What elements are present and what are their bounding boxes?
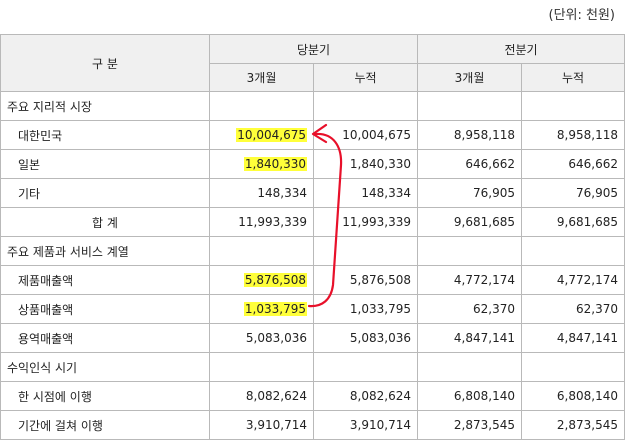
cell-current-cumulative: 1,033,795: [313, 294, 418, 324]
cell-prior-3m: 6,808,140: [417, 381, 522, 411]
cell-current-cumulative: [313, 236, 418, 266]
cell-current-3m: 3,910,714: [209, 410, 314, 440]
table-row: 대한민국 10,004,675 10,004,675 8,958,118 8,958,1…: [0, 120, 625, 150]
cell-prior-cumulative: 62,370: [521, 294, 625, 324]
cell-prior-3m: [417, 352, 522, 382]
table-row: 제품매출액 5,876,508 5,876,508 4,772,174 4,772,17…: [0, 265, 625, 295]
section-row: 주요 제품과 서비스 계열: [0, 236, 625, 266]
table-row: 기간에 걸쳐 이행 3,910,714 3,910,714 2,873,545 2,87…: [0, 410, 625, 440]
cell-current-3m: 1,033,795: [209, 294, 314, 324]
cell-prior-cumulative: [521, 236, 625, 266]
cell-current-cumulative: [313, 91, 418, 121]
row-label: 주요 지리적 시장: [0, 91, 210, 121]
highlighted-value: 1,840,330: [243, 157, 307, 171]
row-label: 수익인식 시기: [0, 352, 210, 382]
column-header-prior-period: 전분기: [417, 34, 625, 64]
cell-current-3m: 148,334: [209, 178, 314, 208]
section-row: 주요 지리적 시장: [0, 91, 625, 121]
cell-prior-cumulative: 4,847,141: [521, 323, 625, 353]
cell-current-cumulative: 148,334: [313, 178, 418, 208]
row-label: 용역매출액: [0, 323, 210, 353]
cell-prior-cumulative: 6,808,140: [521, 381, 625, 411]
cell-current-3m: [209, 236, 314, 266]
table-row: 상품매출액 1,033,795 1,033,795 62,370 62,370: [0, 294, 625, 324]
cell-prior-3m: 62,370: [417, 294, 522, 324]
cell-current-3m: 8,082,624: [209, 381, 314, 411]
column-header-current-period: 당분기: [209, 34, 418, 64]
cell-prior-cumulative: 2,873,545: [521, 410, 625, 440]
row-label: 제품매출액: [0, 265, 210, 295]
row-label: 상품매출액: [0, 294, 210, 324]
cell-current-cumulative: 5,876,508: [313, 265, 418, 295]
row-label: 기타: [0, 178, 210, 208]
cell-current-cumulative: 1,840,330: [313, 149, 418, 179]
cell-prior-cumulative: 76,905: [521, 178, 625, 208]
row-label: 한 시점에 이행: [0, 381, 210, 411]
cell-current-cumulative: 8,082,624: [313, 381, 418, 411]
cell-prior-cumulative: 8,958,118: [521, 120, 625, 150]
cell-prior-3m: 8,958,118: [417, 120, 522, 150]
table-row: 용역매출액 5,083,036 5,083,036 4,847,141 4,847,14…: [0, 323, 625, 353]
cell-current-3m: [209, 352, 314, 382]
row-label: 기간에 걸쳐 이행: [0, 410, 210, 440]
cell-current-3m: 10,004,675: [209, 120, 314, 150]
table-row: 기타 148,334 148,334 76,905 76,905: [0, 178, 625, 208]
row-label: 주요 제품과 서비스 계열: [0, 236, 210, 266]
subheader-current-cumulative: 누적: [313, 63, 418, 92]
unit-note: (단위: 천원): [548, 8, 616, 23]
cell-prior-3m: 76,905: [417, 178, 522, 208]
cell-prior-cumulative: 646,662: [521, 149, 625, 179]
section-row: 수익인식 시기: [0, 352, 625, 382]
revenue-table: 구 분 당분기 전분기 3개월 누적 3개월 누적 주요 지리적 시장 대한민국 1…: [0, 34, 625, 440]
cell-current-3m: 5,876,508: [209, 265, 314, 295]
cell-prior-cumulative: 4,772,174: [521, 265, 625, 295]
cell-prior-3m: 2,873,545: [417, 410, 522, 440]
row-label: 합 계: [0, 207, 210, 237]
table-row: 한 시점에 이행 8,082,624 8,082,624 6,808,140 6,808…: [0, 381, 625, 411]
highlighted-value: 10,004,675: [236, 128, 307, 142]
cell-prior-3m: 646,662: [417, 149, 522, 179]
cell-prior-cumulative: [521, 352, 625, 382]
subheader-prior-cumulative: 누적: [521, 63, 625, 92]
cell-prior-3m: [417, 236, 522, 266]
cell-prior-3m: 9,681,685: [417, 207, 522, 237]
cell-prior-3m: 4,772,174: [417, 265, 522, 295]
highlighted-value: 5,876,508: [243, 273, 307, 287]
column-header-category: 구 분: [0, 34, 210, 92]
cell-current-cumulative: [313, 352, 418, 382]
cell-current-cumulative: 11,993,339: [313, 207, 418, 237]
cell-prior-cumulative: 9,681,685: [521, 207, 625, 237]
subheader-current-3m: 3개월: [209, 63, 314, 92]
highlighted-value: 1,033,795: [243, 302, 307, 316]
cell-current-cumulative: 3,910,714: [313, 410, 418, 440]
cell-current-cumulative: 5,083,036: [313, 323, 418, 353]
cell-current-3m: 5,083,036: [209, 323, 314, 353]
cell-prior-cumulative: [521, 91, 625, 121]
cell-current-cumulative: 10,004,675: [313, 120, 418, 150]
cell-prior-3m: 4,847,141: [417, 323, 522, 353]
cell-current-3m: 1,840,330: [209, 149, 314, 179]
row-label: 대한민국: [0, 120, 210, 150]
cell-current-3m: [209, 91, 314, 121]
table-row: 일본 1,840,330 1,840,330 646,662 646,662: [0, 149, 625, 179]
cell-prior-3m: [417, 91, 522, 121]
row-label: 일본: [0, 149, 210, 179]
cell-current-3m: 11,993,339: [209, 207, 314, 237]
subheader-prior-3m: 3개월: [417, 63, 522, 92]
total-row: 합 계 11,993,339 11,993,339 9,681,685 9,681,68…: [0, 207, 625, 237]
